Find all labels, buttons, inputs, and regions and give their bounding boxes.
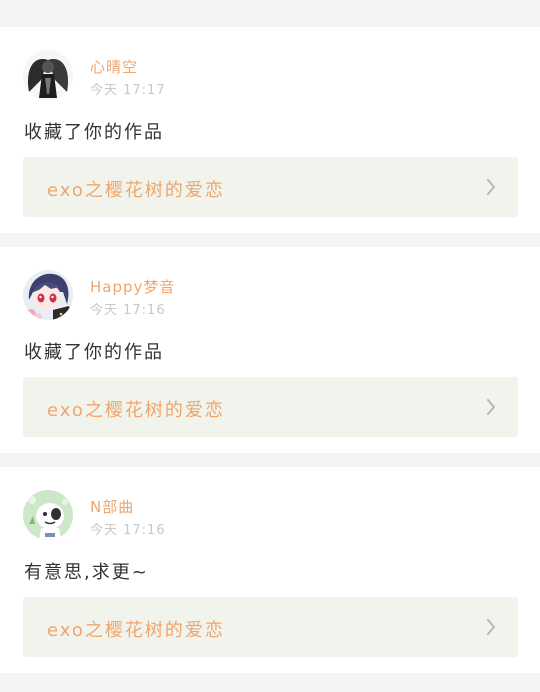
chevron-right-icon (487, 399, 495, 415)
notification-card: N部曲 今天 17:16 有意思,求更~ exo之樱花树的爱恋 (0, 467, 540, 673)
timestamp: 今天 17:16 (90, 523, 166, 538)
work-link[interactable]: exo之樱花树的爱恋 (23, 597, 518, 657)
work-link[interactable]: exo之樱花树的爱恋 (23, 377, 518, 437)
message-text: 收藏了你的作品 (24, 342, 164, 363)
anime-girl-avatar-icon (23, 270, 73, 320)
green-cartoon-avatar-icon (23, 490, 73, 540)
user-avatar[interactable] (23, 50, 73, 100)
chevron-right-icon (487, 179, 495, 195)
username[interactable]: N部曲 (90, 496, 134, 517)
user-avatar[interactable] (23, 490, 73, 540)
user-avatar[interactable] (23, 270, 73, 320)
work-title: exo之樱花树的爱恋 (47, 620, 225, 641)
username[interactable]: 心晴空 (90, 56, 138, 77)
timestamp: 今天 17:17 (90, 83, 166, 98)
notification-card: 心晴空 今天 17:17 收藏了你的作品 exo之樱花树的爱恋 (0, 27, 540, 233)
chevron-right-icon (487, 619, 495, 635)
timestamp: 今天 17:16 (90, 303, 166, 318)
username[interactable]: Happy梦音 (90, 276, 175, 297)
work-title: exo之樱花树的爱恋 (47, 180, 225, 201)
dark-angel-avatar-icon (23, 50, 73, 100)
notification-feed: 心晴空 今天 17:17 收藏了你的作品 exo之樱花树的爱恋 Happy梦音 … (0, 0, 540, 692)
notification-card: Happy梦音 今天 17:16 收藏了你的作品 exo之樱花树的爱恋 (0, 247, 540, 453)
message-text: 收藏了你的作品 (24, 122, 164, 143)
work-title: exo之樱花树的爱恋 (47, 400, 225, 421)
work-link[interactable]: exo之樱花树的爱恋 (23, 157, 518, 217)
message-text: 有意思,求更~ (24, 562, 149, 583)
